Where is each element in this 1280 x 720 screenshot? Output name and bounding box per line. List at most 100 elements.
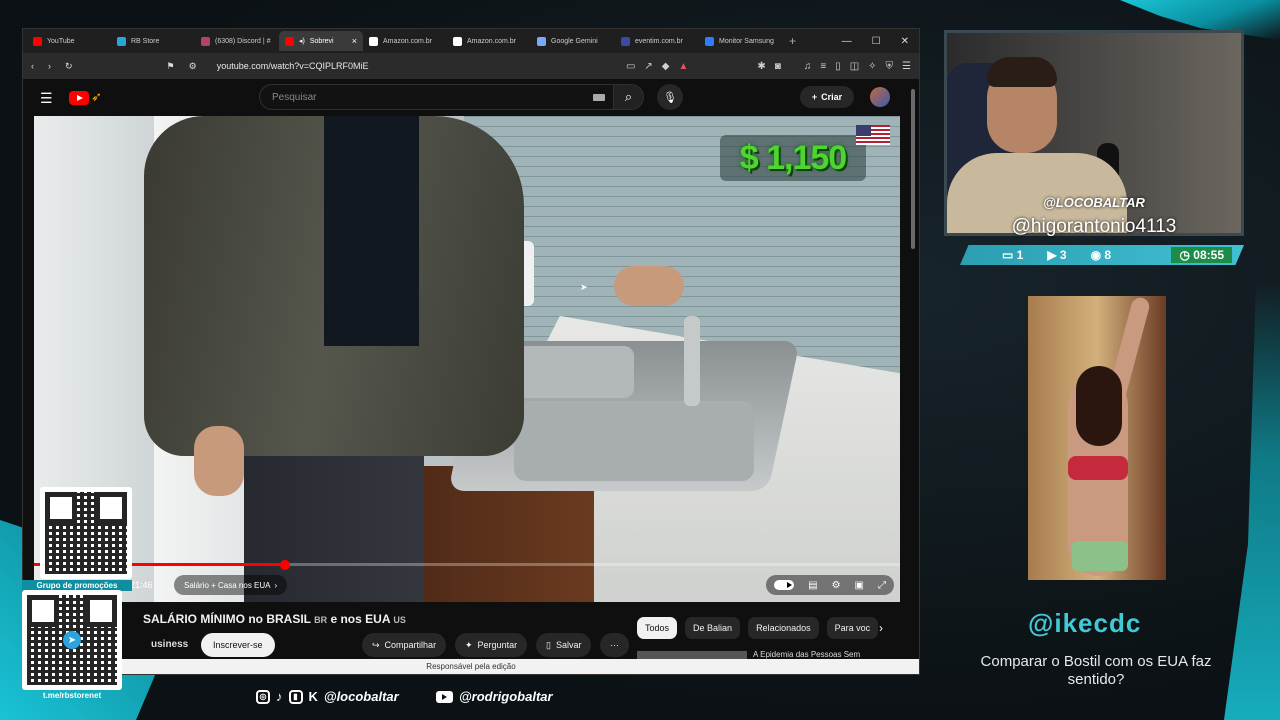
youtube-logo-icon[interactable] — [69, 91, 89, 105]
edit-notice: Responsável pela edição — [23, 659, 919, 674]
share-icon[interactable]: ↗ — [644, 61, 652, 72]
shield-icon[interactable]: ⛨ — [886, 61, 894, 72]
ask-button[interactable]: ✦ Perguntar — [455, 633, 528, 657]
camera-icon[interactable]: ◙ — [775, 61, 781, 72]
chapter-button[interactable]: Salário + Casa nos EUA › — [174, 575, 288, 595]
scrollbar[interactable] — [911, 89, 915, 249]
browser-tab[interactable]: Amazon.com.br — [447, 31, 531, 51]
chapter-label: Salário + Casa nos EUA — [184, 580, 271, 590]
social-links: ◎ ♪ ▮ K @locobaltar — [256, 689, 399, 704]
hamburger-menu-icon[interactable]: ☰ — [40, 90, 53, 107]
warning-icon[interactable]: ▲ — [678, 61, 688, 72]
tab-favicon-icon — [537, 36, 546, 46]
twitch-icon: ▮ — [288, 689, 303, 704]
bookmark-icon[interactable]: ⚑ — [167, 61, 175, 72]
fullscreen-icon[interactable]: ⤢ — [878, 580, 886, 591]
webcam-feed: @LOCOBALTAR — [944, 30, 1244, 236]
dancer — [1076, 366, 1122, 446]
tab-favicon-icon — [369, 36, 378, 46]
browser-tab[interactable]: RB Store — [111, 31, 195, 51]
back-icon[interactable]: ‹ — [31, 61, 34, 71]
reading-icon[interactable]: ≡ — [820, 61, 826, 72]
puzzle-icon[interactable]: ✱ — [757, 61, 765, 72]
reload-icon[interactable]: ↻ — [65, 61, 73, 72]
browser-tab[interactable]: Monitor Samsung — [699, 31, 783, 51]
browser-tab[interactable]: ◂) Sobrevi × — [279, 31, 363, 51]
title-part: SALÁRIO MÍNIMO no BRASIL — [143, 612, 311, 626]
viewers-icon: ◉ — [1090, 248, 1105, 262]
tab-label: Amazon.com.br — [383, 37, 433, 45]
tab-favicon-icon — [621, 36, 630, 46]
autoplay-toggle[interactable] — [774, 580, 795, 590]
voice-search-button[interactable]: 🎙 — [657, 84, 683, 110]
ask-label: Perguntar — [477, 640, 518, 650]
url-field[interactable]: youtube.com/watch?v=CQIPLRF0MiE — [217, 61, 369, 71]
tab-label: Amazon.com.br — [467, 37, 517, 45]
speaker-icon[interactable]: ◂) — [299, 37, 305, 45]
tab-favicon-icon — [33, 36, 42, 46]
close-tab-icon[interactable]: × — [352, 36, 357, 46]
screenshot-icon[interactable]: ▭ — [626, 61, 635, 72]
music-icon[interactable]: ♫ — [804, 61, 812, 72]
price-text: $ 1,150 — [739, 138, 847, 177]
chevron-right-icon[interactable]: › — [879, 621, 883, 635]
address-bar: ‹ › ↻ ⚑ ⚙ youtube.com/watch?v=CQIPLRF0Mi… — [23, 53, 919, 79]
browser-tab[interactable]: Google Gemini — [531, 31, 615, 51]
tiktok-icon: ♪ — [276, 689, 283, 704]
chip-todos[interactable]: Todos — [637, 617, 678, 639]
us-flag-icon — [856, 125, 890, 145]
title-part: e nos EUA — [330, 612, 391, 626]
window-controls: — ☐ ✕ — [842, 36, 919, 47]
chat-question: Comparar o Bostil com os EUA faz sentido… — [980, 653, 1212, 688]
menu-icon[interactable]: ☰ — [902, 61, 911, 72]
more-actions-button[interactable]: ··· — [600, 633, 629, 657]
search-input[interactable]: Pesquisar — [259, 84, 614, 110]
search-button[interactable]: ⌕ — [614, 84, 644, 110]
edit-notice-text: Responsável pela edição — [426, 662, 516, 671]
tab-label: Sobrevi — [309, 37, 334, 45]
share-button[interactable]: ↪ Compartilhar — [362, 633, 447, 657]
save-button[interactable]: ▯ Salvar — [536, 633, 592, 657]
scene-person — [324, 116, 419, 346]
minimize-icon[interactable]: — — [842, 36, 852, 47]
tab-favicon-icon — [117, 36, 126, 46]
chip-para-voce[interactable]: Para voc — [826, 617, 879, 639]
video-player[interactable]: $ 1,150 ➤ 21:46 Salário + Casa nos EUA ›… — [34, 116, 900, 602]
subtitles-icon[interactable]: ▤ — [808, 580, 817, 591]
save-label: Salvar — [555, 640, 582, 650]
search-placeholder: Pesquisar — [272, 92, 317, 103]
recommended-thumbnail[interactable] — [637, 651, 747, 659]
forward-icon[interactable]: › — [48, 61, 51, 71]
new-tab-button[interactable]: + — [783, 34, 802, 48]
tab-bar: YouTube RB Store (6308) Discord | # ◂) Sobre… — [23, 29, 919, 53]
recommended-title[interactable]: A Epidemia das Pessoas Sem — [753, 650, 860, 659]
player-controls: ▤ ⚙ ▣ ⤢ — [766, 575, 894, 595]
browser-tab[interactable]: eventim.com.br — [615, 31, 699, 51]
browser-tab[interactable]: Amazon.com.br — [363, 31, 447, 51]
toolbar-icons: ▭ ↗ ◆ ▲ ✱ ◙ ♫ ≡ ▯ ◫ ✧ ⛨ ☰ — [626, 61, 911, 72]
chip-de-balian[interactable]: De Balian — [685, 617, 741, 639]
subscribe-button[interactable]: Inscrever-se — [201, 633, 275, 657]
miniplayer-icon[interactable]: ▣ — [855, 580, 864, 591]
close-window-icon[interactable]: ✕ — [901, 36, 909, 47]
channel-name[interactable]: usiness — [151, 639, 188, 650]
settings-icon[interactable]: ⚙ — [832, 580, 841, 591]
keyboard-icon[interactable] — [593, 94, 605, 101]
plus-icon: + — [811, 92, 818, 102]
youtube-icon — [436, 690, 453, 703]
maximize-icon[interactable]: ☐ — [872, 36, 881, 47]
ai-icon[interactable]: ✧ — [868, 61, 876, 72]
extension-icon[interactable]: ◆ — [662, 61, 670, 72]
youtube-handle: @rodrigobaltar — [459, 689, 553, 704]
browser-tab[interactable]: YouTube — [27, 31, 111, 51]
country-code: US — [393, 615, 406, 625]
dancer — [1068, 456, 1128, 480]
stream-timer: ◷ 08:55 — [1171, 247, 1232, 263]
avatar[interactable] — [870, 87, 890, 107]
wallet-icon[interactable]: ◫ — [850, 61, 859, 72]
chip-relacionados[interactable]: Relacionados — [748, 617, 819, 639]
site-settings-icon[interactable]: ⚙ — [189, 61, 197, 72]
browser-tab[interactable]: (6308) Discord | # — [195, 31, 279, 51]
create-button[interactable]: + Criar — [800, 86, 854, 108]
sidebar-icon[interactable]: ▯ — [835, 61, 841, 72]
